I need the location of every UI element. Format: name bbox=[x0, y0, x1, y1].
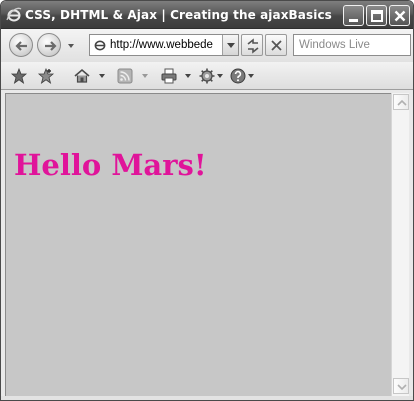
ie-logo-icon bbox=[6, 7, 22, 22]
navigation-bar: http://www.webbede Windows Live bbox=[1, 29, 413, 62]
stop-icon bbox=[271, 40, 282, 51]
vertical-scrollbar[interactable] bbox=[391, 93, 409, 396]
help-icon[interactable] bbox=[229, 67, 247, 85]
minimize-icon bbox=[349, 19, 358, 22]
tools-dropdown-icon[interactable] bbox=[217, 74, 223, 79]
page-viewport: Hello Mars! bbox=[5, 93, 391, 396]
window-bottom-edge bbox=[1, 396, 413, 400]
forward-arrow-icon bbox=[45, 41, 57, 51]
home-icon[interactable] bbox=[73, 67, 91, 85]
back-arrow-icon bbox=[15, 41, 27, 51]
scroll-down-button[interactable] bbox=[393, 378, 409, 394]
refresh-icon bbox=[247, 38, 259, 54]
page-ie-icon bbox=[94, 40, 106, 51]
tools-gear-icon[interactable] bbox=[198, 67, 216, 85]
search-input[interactable]: Windows Live bbox=[293, 34, 411, 56]
title-bar[interactable]: CSS, DHTML & Ajax | Creating the ajaxBas… bbox=[1, 1, 413, 29]
forward-button[interactable] bbox=[37, 33, 61, 57]
command-bar bbox=[1, 62, 413, 90]
stop-button[interactable] bbox=[265, 34, 287, 56]
chevron-down-icon bbox=[397, 384, 407, 391]
minimize-button[interactable] bbox=[343, 5, 364, 26]
window-title: CSS, DHTML & Ajax | Creating the ajaxBas… bbox=[25, 8, 333, 22]
chevron-up-icon bbox=[397, 99, 407, 106]
page-heading: Hello Mars! bbox=[14, 148, 207, 182]
search-placeholder: Windows Live bbox=[299, 39, 370, 51]
feeds-dropdown-icon[interactable] bbox=[142, 74, 148, 79]
chevron-down-icon bbox=[227, 43, 235, 48]
print-dropdown-icon[interactable] bbox=[185, 74, 191, 79]
print-icon[interactable] bbox=[160, 67, 178, 85]
back-button[interactable] bbox=[9, 33, 33, 57]
address-field[interactable]: http://www.webbede bbox=[89, 34, 239, 56]
close-button[interactable] bbox=[389, 5, 410, 26]
help-dropdown-icon[interactable] bbox=[248, 74, 254, 79]
maximize-icon bbox=[371, 10, 383, 22]
address-dropdown-button[interactable] bbox=[222, 35, 238, 55]
scroll-up-button[interactable] bbox=[393, 94, 409, 110]
add-favorites-icon[interactable] bbox=[37, 67, 55, 85]
recent-pages-dropdown-icon[interactable] bbox=[67, 42, 75, 50]
browser-window: CSS, DHTML & Ajax | Creating the ajaxBas… bbox=[0, 0, 414, 401]
maximize-button[interactable] bbox=[366, 5, 387, 26]
rss-feeds-icon[interactable] bbox=[116, 67, 134, 85]
refresh-button[interactable] bbox=[241, 34, 263, 56]
home-dropdown-icon[interactable] bbox=[99, 74, 105, 79]
address-url: http://www.webbede bbox=[110, 39, 213, 51]
close-icon bbox=[394, 10, 406, 22]
favorites-star-icon[interactable] bbox=[10, 67, 28, 85]
